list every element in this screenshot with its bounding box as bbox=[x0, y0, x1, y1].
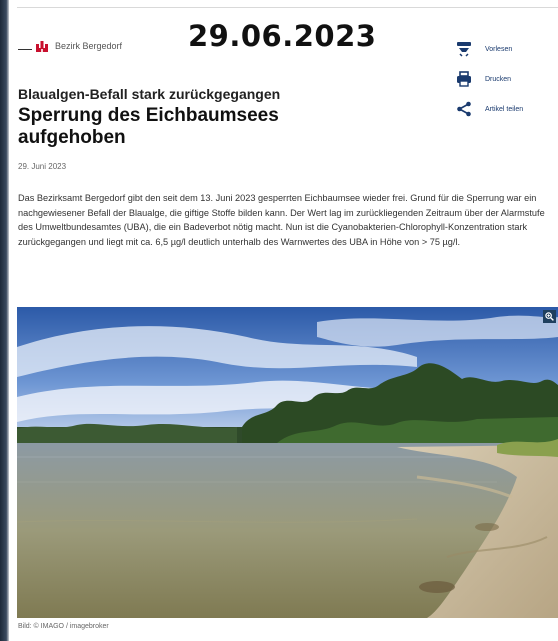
district-logo[interactable]: Bezirk Bergedorf bbox=[18, 38, 122, 54]
magnifier-plus-icon bbox=[545, 312, 554, 321]
hamburg-castle-icon bbox=[36, 41, 48, 52]
share-icon bbox=[457, 101, 471, 117]
share-button[interactable]: Artikel teilen bbox=[455, 100, 558, 118]
article-body: Das Bezirksamt Bergedorf gibt den seit d… bbox=[18, 193, 545, 247]
article-actions: Vorlesen Drucken Artikel teilen bbox=[455, 40, 558, 130]
article-kicker: Blaualgen-Befall stark zurückgegangen bbox=[18, 86, 281, 102]
share-label: Artikel teilen bbox=[485, 105, 524, 113]
printer-icon bbox=[457, 71, 471, 87]
article-headline: Sperrung des Eichbaumsees aufgehoben bbox=[18, 105, 279, 148]
article-photo[interactable] bbox=[17, 307, 558, 618]
left-window-edge bbox=[0, 0, 9, 641]
read-aloud-label: Vorlesen bbox=[485, 45, 513, 53]
read-aloud-button[interactable]: Vorlesen bbox=[455, 40, 558, 58]
publication-date: 29. Juni 2023 bbox=[18, 162, 67, 171]
print-button[interactable]: Drucken bbox=[455, 70, 558, 88]
image-zoom-button[interactable] bbox=[543, 310, 556, 323]
date-overlay: 29.06.2023 bbox=[188, 19, 377, 53]
speaker-icon bbox=[457, 42, 471, 57]
print-label: Drucken bbox=[485, 75, 512, 83]
logo-line bbox=[18, 48, 32, 50]
image-caption: Bild: © IMAGO / imagebroker bbox=[18, 623, 109, 630]
top-divider bbox=[17, 7, 558, 8]
lake-landscape-image bbox=[17, 307, 558, 618]
district-label: Bezirk Bergedorf bbox=[55, 41, 123, 51]
